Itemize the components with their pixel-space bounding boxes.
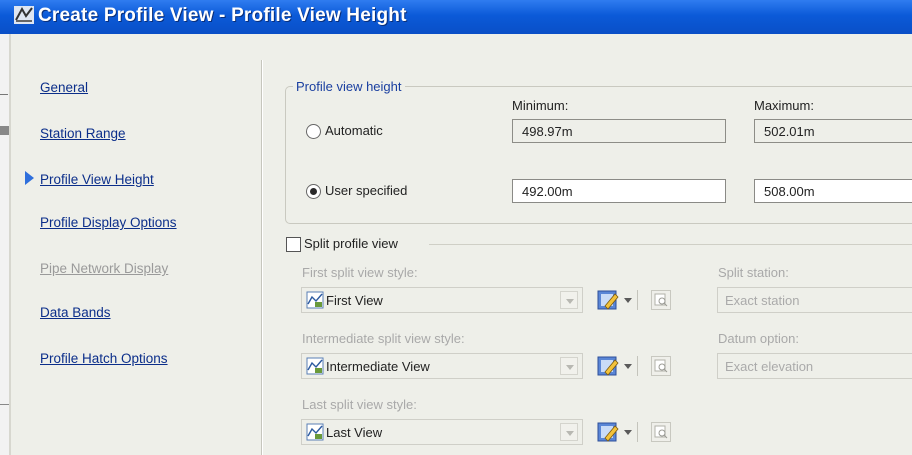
automatic-maximum-field: 502.01m [754, 119, 912, 143]
first-view-dropdown-icon [560, 291, 578, 309]
nav-item-profile-display-options[interactable]: Profile Display Options [40, 215, 177, 230]
split-profile-view-checkbox[interactable] [286, 237, 301, 252]
automatic-radio[interactable] [306, 124, 321, 139]
user-maximum-input[interactable]: 508.00m [754, 179, 912, 203]
window-title: Create Profile View - Profile View Heigh… [38, 5, 407, 26]
profile-view-style-icon [306, 291, 324, 309]
window-titlebar[interactable]: Create Profile View - Profile View Heigh… [0, 0, 912, 34]
first-view-style-value: First View [326, 293, 383, 308]
last-view-style-select: Last View [301, 419, 583, 445]
first-split-view-style-label: First split view style: [302, 265, 418, 280]
datum-option-label: Datum option: [718, 331, 799, 346]
last-view-edit-menu-icon[interactable] [621, 420, 635, 444]
app-icon [14, 6, 34, 24]
intermediate-view-dropdown-icon [560, 357, 578, 375]
last-view-edit-icon[interactable] [596, 420, 620, 444]
profile-view-height-group-title: Profile view height [293, 79, 405, 94]
last-view-view-icon [651, 422, 671, 442]
nav-item-general[interactable]: General [40, 80, 88, 95]
first-view-edit-icon[interactable] [596, 288, 620, 312]
split-station-label: Split station: [718, 265, 789, 280]
split-station-select: Exact station [717, 287, 912, 313]
current-page-marker-icon [25, 171, 34, 185]
intermediate-view-style-value: Intermediate View [326, 359, 430, 374]
automatic-label[interactable]: Automatic [325, 123, 383, 138]
intermediate-split-view-style-label: Intermediate split view style: [302, 331, 465, 346]
first-view-view-icon [651, 290, 671, 310]
maximum-header: Maximum: [754, 98, 814, 113]
user-minimum-input[interactable]: 492.00m [512, 179, 726, 203]
intermediate-view-style-select: Intermediate View [301, 353, 583, 379]
split-section-divider [429, 244, 912, 245]
user-specified-label[interactable]: User specified [325, 183, 407, 198]
background-window-edge [0, 34, 9, 455]
nav-item-profile-view-height[interactable]: Profile View Height [40, 172, 154, 187]
first-view-style-select: First View [301, 287, 583, 313]
last-view-dropdown-icon [560, 423, 578, 441]
datum-option-select: Exact elevation [717, 353, 912, 379]
intermediate-view-edit-icon[interactable] [596, 354, 620, 378]
intermediate-view-view-icon [651, 356, 671, 376]
automatic-minimum-field: 498.97m [512, 119, 726, 143]
minimum-header: Minimum: [512, 98, 569, 113]
first-view-edit-menu-icon[interactable] [621, 288, 635, 312]
nav-item-station-range[interactable]: Station Range [40, 126, 126, 141]
profile-view-height-group [285, 86, 912, 224]
last-split-view-style-label: Last split view style: [302, 397, 417, 412]
profile-view-style-icon [306, 423, 324, 441]
last-view-style-value: Last View [326, 425, 383, 440]
nav-item-pipe-network-display: Pipe Network Display [40, 261, 169, 276]
wizard-nav: General Station Range Profile View Heigh… [11, 34, 261, 455]
nav-item-profile-hatch-options[interactable]: Profile Hatch Options [40, 351, 168, 366]
dialog-body: General Station Range Profile View Heigh… [9, 34, 912, 455]
user-specified-radio[interactable] [306, 184, 321, 199]
split-profile-view-label[interactable]: Split profile view [304, 236, 398, 251]
profile-view-style-icon [306, 357, 324, 375]
intermediate-view-edit-menu-icon[interactable] [621, 354, 635, 378]
nav-item-data-bands[interactable]: Data Bands [40, 305, 111, 320]
